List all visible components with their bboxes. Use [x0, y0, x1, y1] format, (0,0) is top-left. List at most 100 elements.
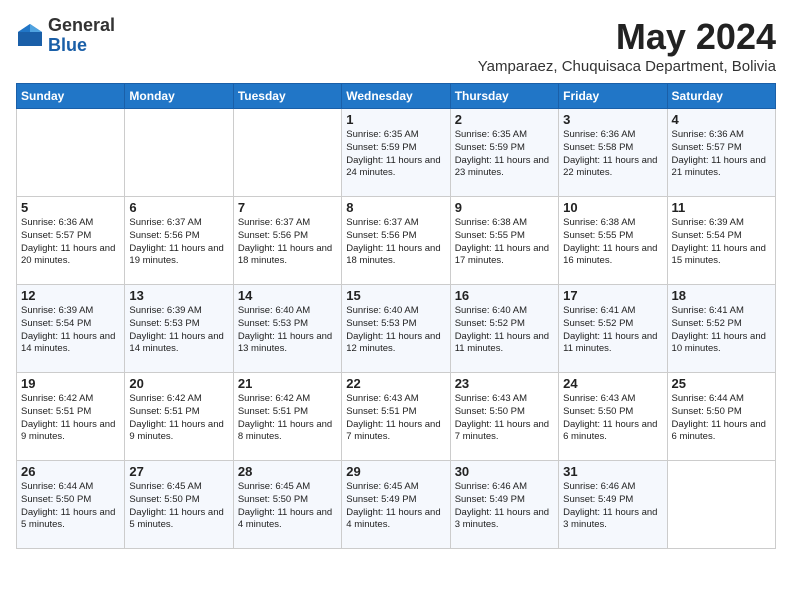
cell-info: Sunrise: 6:37 AM Sunset: 5:56 PM Dayligh…: [346, 217, 445, 268]
calendar-cell: 27Sunrise: 6:45 AM Sunset: 5:50 PM Dayli…: [125, 461, 233, 549]
cell-info: Sunrise: 6:37 AM Sunset: 5:56 PM Dayligh…: [238, 217, 337, 268]
day-number: 30: [455, 464, 554, 479]
calendar-cell: 24Sunrise: 6:43 AM Sunset: 5:50 PM Dayli…: [559, 373, 667, 461]
calendar-cell: 11Sunrise: 6:39 AM Sunset: 5:54 PM Dayli…: [667, 197, 775, 285]
calendar-cell: [17, 109, 125, 197]
week-row-3: 19 Sunrise: 6:42 AM Sunset: 5:51 PM Dayli…: [17, 373, 776, 461]
page-header: General Blue May 2024 Yamparaez, Chuquis…: [16, 16, 776, 75]
day-number: 6: [129, 200, 228, 215]
day-number: 3: [563, 112, 662, 127]
cell-info: Sunrise: 6:39 AM Sunset: 5:53 PM Dayligh…: [129, 305, 228, 356]
header-saturday: Saturday: [667, 84, 775, 109]
calendar-cell: 8 Sunrise: 6:37 AM Sunset: 5:56 PM Daylig…: [342, 197, 450, 285]
calendar-cell: 17Sunrise: 6:41 AM Sunset: 5:52 PM Dayli…: [559, 285, 667, 373]
calendar-cell: [233, 109, 341, 197]
cell-info: Sunrise: 6:41 AM Sunset: 5:52 PM Dayligh…: [563, 305, 662, 356]
calendar-body: 1 Sunrise: 6:35 AM Sunset: 5:59 PM Daylig…: [17, 109, 776, 549]
logo: General Blue: [16, 16, 115, 56]
calendar-cell: 28 Sunrise: 6:45 AM Sunset: 5:50 PM Dayli…: [233, 461, 341, 549]
day-number: 22: [346, 376, 445, 391]
cell-info: Sunrise: 6:40 AM Sunset: 5:53 PM Dayligh…: [346, 305, 445, 356]
week-row-0: 1 Sunrise: 6:35 AM Sunset: 5:59 PM Daylig…: [17, 109, 776, 197]
calendar-cell: 16Sunrise: 6:40 AM Sunset: 5:52 PM Dayli…: [450, 285, 558, 373]
header-thursday: Thursday: [450, 84, 558, 109]
day-number: 26: [21, 464, 120, 479]
cell-info: Sunrise: 6:40 AM Sunset: 5:52 PM Dayligh…: [455, 305, 554, 356]
logo-general-text: General: [48, 16, 115, 36]
cell-info: Sunrise: 6:42 AM Sunset: 5:51 PM Dayligh…: [238, 393, 337, 444]
cell-info: Sunrise: 6:40 AM Sunset: 5:53 PM Dayligh…: [238, 305, 337, 356]
calendar-cell: 6 Sunrise: 6:37 AM Sunset: 5:56 PM Daylig…: [125, 197, 233, 285]
cell-info: Sunrise: 6:39 AM Sunset: 5:54 PM Dayligh…: [672, 217, 771, 268]
calendar-cell: 2 Sunrise: 6:35 AM Sunset: 5:59 PM Daylig…: [450, 109, 558, 197]
cell-info: Sunrise: 6:41 AM Sunset: 5:52 PM Dayligh…: [672, 305, 771, 356]
day-number: 29: [346, 464, 445, 479]
calendar-cell: 18 Sunrise: 6:41 AM Sunset: 5:52 PM Dayli…: [667, 285, 775, 373]
cell-info: Sunrise: 6:44 AM Sunset: 5:50 PM Dayligh…: [672, 393, 771, 444]
header-row: SundayMondayTuesdayWednesdayThursdayFrid…: [17, 84, 776, 109]
cell-info: Sunrise: 6:43 AM Sunset: 5:50 PM Dayligh…: [455, 393, 554, 444]
calendar-cell: 22 Sunrise: 6:43 AM Sunset: 5:51 PM Dayli…: [342, 373, 450, 461]
header-tuesday: Tuesday: [233, 84, 341, 109]
cell-info: Sunrise: 6:36 AM Sunset: 5:58 PM Dayligh…: [563, 129, 662, 180]
header-friday: Friday: [559, 84, 667, 109]
cell-info: Sunrise: 6:45 AM Sunset: 5:49 PM Dayligh…: [346, 481, 445, 532]
day-number: 18: [672, 288, 771, 303]
calendar-cell: 14 Sunrise: 6:40 AM Sunset: 5:53 PM Dayli…: [233, 285, 341, 373]
day-number: 8: [346, 200, 445, 215]
cell-info: Sunrise: 6:45 AM Sunset: 5:50 PM Dayligh…: [238, 481, 337, 532]
day-number: 13: [129, 288, 228, 303]
cell-info: Sunrise: 6:36 AM Sunset: 5:57 PM Dayligh…: [672, 129, 771, 180]
cell-info: Sunrise: 6:43 AM Sunset: 5:51 PM Dayligh…: [346, 393, 445, 444]
cell-info: Sunrise: 6:46 AM Sunset: 5:49 PM Dayligh…: [455, 481, 554, 532]
calendar-cell: 21Sunrise: 6:42 AM Sunset: 5:51 PM Dayli…: [233, 373, 341, 461]
cell-info: Sunrise: 6:35 AM Sunset: 5:59 PM Dayligh…: [346, 129, 445, 180]
month-year-title: May 2024: [478, 16, 776, 58]
cell-info: Sunrise: 6:37 AM Sunset: 5:56 PM Dayligh…: [129, 217, 228, 268]
calendar-cell: 25 Sunrise: 6:44 AM Sunset: 5:50 PM Dayli…: [667, 373, 775, 461]
calendar-cell: 23Sunrise: 6:43 AM Sunset: 5:50 PM Dayli…: [450, 373, 558, 461]
day-number: 1: [346, 112, 445, 127]
calendar-cell: [667, 461, 775, 549]
day-number: 7: [238, 200, 337, 215]
calendar-cell: 1 Sunrise: 6:35 AM Sunset: 5:59 PM Daylig…: [342, 109, 450, 197]
calendar-cell: 29 Sunrise: 6:45 AM Sunset: 5:49 PM Dayli…: [342, 461, 450, 549]
calendar-cell: 12Sunrise: 6:39 AM Sunset: 5:54 PM Dayli…: [17, 285, 125, 373]
cell-info: Sunrise: 6:45 AM Sunset: 5:50 PM Dayligh…: [129, 481, 228, 532]
cell-info: Sunrise: 6:43 AM Sunset: 5:50 PM Dayligh…: [563, 393, 662, 444]
calendar-cell: 30 Sunrise: 6:46 AM Sunset: 5:49 PM Dayli…: [450, 461, 558, 549]
calendar-cell: 7 Sunrise: 6:37 AM Sunset: 5:56 PM Daylig…: [233, 197, 341, 285]
header-monday: Monday: [125, 84, 233, 109]
calendar-header: SundayMondayTuesdayWednesdayThursdayFrid…: [17, 84, 776, 109]
day-number: 31: [563, 464, 662, 479]
logo-icon: [16, 22, 44, 50]
calendar-cell: 5 Sunrise: 6:36 AM Sunset: 5:57 PM Daylig…: [17, 197, 125, 285]
day-number: 20: [129, 376, 228, 391]
calendar-table: SundayMondayTuesdayWednesdayThursdayFrid…: [16, 83, 776, 549]
day-number: 28: [238, 464, 337, 479]
cell-info: Sunrise: 6:42 AM Sunset: 5:51 PM Dayligh…: [129, 393, 228, 444]
calendar-cell: 31 Sunrise: 6:46 AM Sunset: 5:49 PM Dayli…: [559, 461, 667, 549]
day-number: 19: [21, 376, 120, 391]
header-sunday: Sunday: [17, 84, 125, 109]
calendar-cell: 3 Sunrise: 6:36 AM Sunset: 5:58 PM Daylig…: [559, 109, 667, 197]
calendar-cell: 19Sunrise: 6:42 AM Sunset: 5:51 PM Dayli…: [17, 373, 125, 461]
day-number: 14: [238, 288, 337, 303]
calendar-cell: 20 Sunrise: 6:42 AM Sunset: 5:51 PM Dayli…: [125, 373, 233, 461]
cell-info: Sunrise: 6:44 AM Sunset: 5:50 PM Dayligh…: [21, 481, 120, 532]
calendar-cell: [125, 109, 233, 197]
day-number: 25: [672, 376, 771, 391]
cell-info: Sunrise: 6:46 AM Sunset: 5:49 PM Dayligh…: [563, 481, 662, 532]
calendar-cell: 15 Sunrise: 6:40 AM Sunset: 5:53 PM Dayli…: [342, 285, 450, 373]
week-row-2: 12Sunrise: 6:39 AM Sunset: 5:54 PM Dayli…: [17, 285, 776, 373]
day-number: 5: [21, 200, 120, 215]
day-number: 15: [346, 288, 445, 303]
calendar-cell: 13 Sunrise: 6:39 AM Sunset: 5:53 PM Dayli…: [125, 285, 233, 373]
day-number: 2: [455, 112, 554, 127]
day-number: 9: [455, 200, 554, 215]
cell-info: Sunrise: 6:35 AM Sunset: 5:59 PM Dayligh…: [455, 129, 554, 180]
cell-info: Sunrise: 6:36 AM Sunset: 5:57 PM Dayligh…: [21, 217, 120, 268]
cell-info: Sunrise: 6:38 AM Sunset: 5:55 PM Dayligh…: [563, 217, 662, 268]
week-row-1: 5 Sunrise: 6:36 AM Sunset: 5:57 PM Daylig…: [17, 197, 776, 285]
cell-info: Sunrise: 6:38 AM Sunset: 5:55 PM Dayligh…: [455, 217, 554, 268]
